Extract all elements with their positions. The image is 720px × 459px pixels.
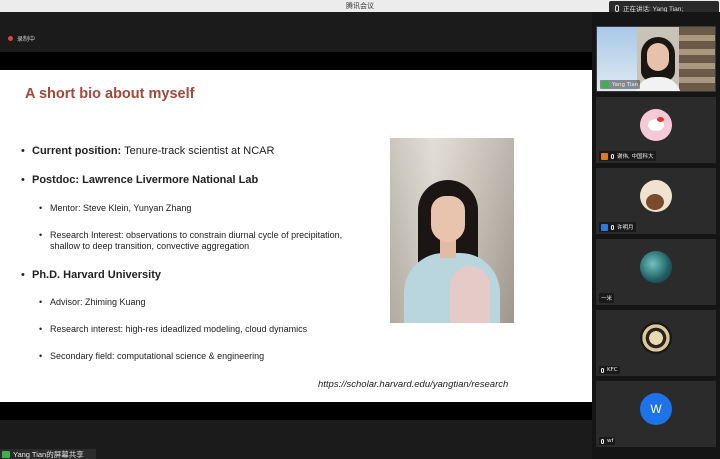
- participant-name-tag: Yang Tian: [600, 80, 641, 89]
- bullet-secondary-field: • Secondary field: computational science …: [39, 351, 265, 361]
- participant-tile-yang-tian[interactable]: Yang Tian: [596, 26, 716, 92]
- participant-tile-5[interactable]: KFC: [596, 310, 716, 376]
- screen-share-icon: [602, 81, 609, 88]
- participant-name-tag: wf: [599, 437, 616, 445]
- participant-name-tag: KFC: [599, 366, 620, 374]
- participant-tile-4[interactable]: 一米: [596, 239, 716, 305]
- mic-icon: [601, 438, 604, 444]
- cartoon-avatar-icon: [640, 180, 672, 212]
- screen-share-text: Yang Tian的屏幕共享: [13, 449, 84, 459]
- meeting-window: 腾讯会议 – □ ✕ 正在讲话: Yang Tian; 录制中 A short …: [0, 0, 720, 459]
- mic-icon: [611, 224, 614, 230]
- participant-tile-3[interactable]: 许明月: [596, 168, 716, 234]
- mic-icon: [601, 367, 604, 373]
- screen-share-icon: [2, 450, 10, 458]
- user-badge-icon: [601, 152, 608, 160]
- mic-icon: [615, 4, 619, 12]
- screen-share-label[interactable]: Yang Tian的屏幕共享: [0, 449, 96, 459]
- slide-letterbox-bottom: [0, 402, 592, 420]
- hello-kitty-avatar-icon: [640, 109, 672, 141]
- bullet-phd: • Ph.D. Harvard University: [21, 269, 161, 281]
- user-badge-icon: [601, 223, 608, 231]
- black-pattern-avatar-icon: [640, 322, 672, 354]
- participant-tile-2[interactable]: 谢伟, 中国科大: [596, 97, 716, 163]
- initial-avatar-icon: W: [640, 393, 672, 425]
- recording-label: 录制中: [17, 36, 36, 43]
- shared-slide: A short bio about myself • Current positi…: [0, 70, 592, 402]
- bullet-current-position: • Current position: Tenure-track scientis…: [21, 145, 275, 157]
- research-url: https://scholar.harvard.edu/yangtian/res…: [318, 379, 509, 390]
- bullet-research-interest-1-cont: shallow to deep transition, convective a…: [50, 241, 250, 251]
- participant-name-tag: 谢伟, 中国科大: [599, 151, 656, 161]
- bullet-research-interest-2: • Research interest: high-res ideadlized …: [39, 324, 308, 334]
- portrait-photo: [390, 138, 514, 323]
- slide-letterbox-top: [0, 52, 592, 70]
- recording-indicator[interactable]: 录制中: [8, 34, 35, 43]
- bullet-mentor: • Mentor: Steve Klein, Yunyan Zhang: [39, 203, 192, 213]
- bullet-postdoc: • Postdoc: Lawrence Livermore National La…: [21, 174, 259, 186]
- mic-icon: [611, 153, 614, 159]
- bullet-research-interest-1: • Research Interest: observations to cons…: [39, 230, 343, 240]
- participant-name-tag: 许明月: [599, 222, 636, 232]
- bullet-advisor: • Advisor: Zhiming Kuang: [39, 297, 146, 307]
- blue-pattern-avatar-icon: [640, 251, 672, 283]
- record-dot-icon: [8, 36, 13, 41]
- participant-name-tag: 一米: [599, 293, 615, 303]
- participant-tile-6[interactable]: W wf: [596, 381, 716, 447]
